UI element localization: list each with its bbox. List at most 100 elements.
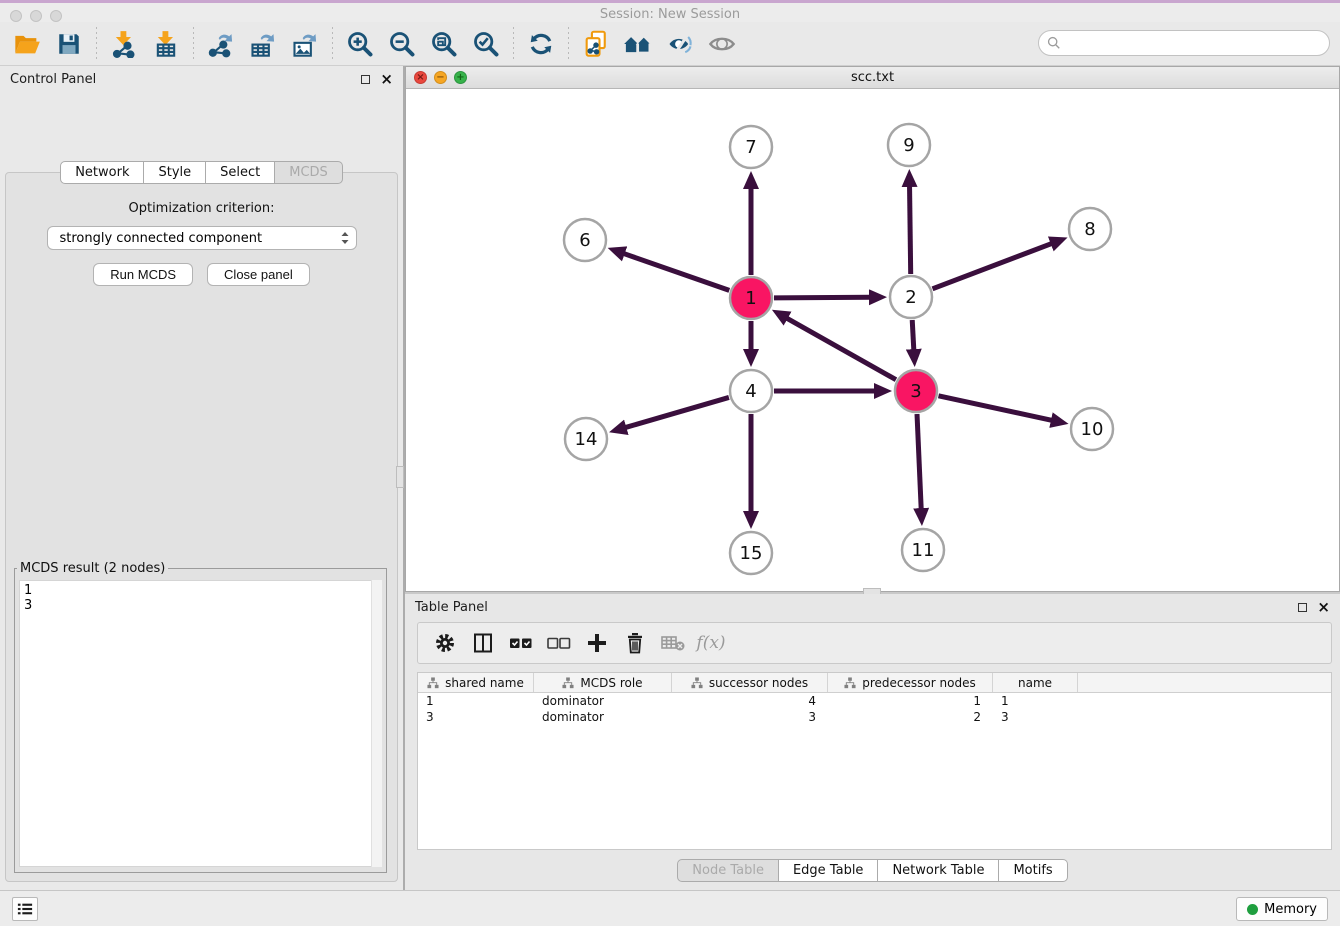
cell-successor-nodes[interactable]: 4 — [672, 693, 828, 709]
graph-node-1[interactable]: 1 — [730, 277, 772, 319]
main-toolbar — [0, 22, 1340, 66]
run-mcds-button[interactable]: Run MCDS — [93, 263, 193, 286]
tab-network[interactable]: Network — [60, 161, 144, 184]
graph-node-11[interactable]: 11 — [902, 529, 944, 571]
node-label: 14 — [575, 429, 598, 450]
delete-table-icon[interactable] — [656, 628, 690, 658]
edge-1-2[interactable] — [774, 297, 871, 298]
zoom-in-icon[interactable] — [342, 26, 378, 62]
zoom-fit-icon[interactable] — [426, 26, 462, 62]
float-panel-icon[interactable] — [361, 75, 370, 84]
hide-graphics-details-icon[interactable] — [662, 26, 698, 62]
task-history-button[interactable] — [12, 897, 38, 921]
graph-node-2[interactable]: 2 — [890, 276, 932, 318]
tab-mcds[interactable]: MCDS — [275, 161, 343, 184]
graph-node-7[interactable]: 7 — [730, 126, 772, 168]
edge-1-6[interactable] — [623, 253, 730, 290]
edge-4-14[interactable] — [624, 397, 729, 427]
result-scrollbar[interactable] — [371, 580, 382, 867]
graph-node-10[interactable]: 10 — [1071, 408, 1113, 450]
close-panel-button[interactable]: Close panel — [207, 263, 310, 286]
criterion-value: strongly connected component — [60, 231, 340, 246]
table-settings-icon[interactable] — [428, 628, 462, 658]
tab-node-table[interactable]: Node Table — [677, 859, 779, 882]
select-stepper-icon — [340, 230, 350, 246]
deselect-all-icon[interactable] — [542, 628, 576, 658]
cell-mcds-role[interactable]: dominator — [534, 709, 672, 725]
edge-2-8[interactable] — [933, 243, 1053, 289]
cell-successor-nodes[interactable]: 3 — [672, 709, 828, 725]
graph-node-4[interactable]: 4 — [730, 370, 772, 412]
cell-name[interactable]: 3 — [993, 709, 1078, 725]
graph-node-14[interactable]: 14 — [565, 418, 607, 460]
tab-motifs[interactable]: Motifs — [999, 859, 1067, 882]
column-header-predecessor-nodes[interactable]: predecessor nodes — [828, 673, 993, 692]
function-builder-icon[interactable]: f(x) — [694, 628, 728, 658]
edge-2-9[interactable] — [910, 185, 911, 274]
edge-3-10[interactable] — [938, 396, 1052, 421]
close-panel-icon[interactable]: × — [380, 72, 393, 87]
mcds-result-text[interactable]: 1 3 — [19, 580, 382, 867]
criterion-select[interactable]: strongly connected component — [47, 226, 357, 250]
import-network-icon[interactable] — [106, 26, 142, 62]
zoom-out-icon[interactable] — [384, 26, 420, 62]
export-network-icon[interactable] — [203, 26, 239, 62]
close-table-panel-icon[interactable]: × — [1317, 600, 1330, 615]
mcds-result-title: MCDS result (2 nodes) — [17, 561, 168, 576]
status-bar: Memory — [0, 890, 1340, 926]
tab-style[interactable]: Style — [144, 161, 206, 184]
node-label: 11 — [912, 540, 935, 561]
select-all-icon[interactable] — [504, 628, 538, 658]
cell-mcds-role[interactable]: dominator — [534, 693, 672, 709]
delete-column-icon[interactable] — [618, 628, 652, 658]
graph-node-3[interactable]: 3 — [895, 370, 937, 412]
column-header-shared-name[interactable]: shared name — [418, 673, 534, 692]
export-table-icon[interactable] — [245, 26, 281, 62]
show-graphics-details-icon[interactable] — [704, 26, 740, 62]
column-header-name[interactable]: name — [993, 673, 1078, 692]
duplicate-network-icon[interactable] — [578, 26, 614, 62]
graph-node-6[interactable]: 6 — [564, 219, 606, 261]
network-window-titlebar[interactable]: × − + scc.txt — [406, 67, 1339, 89]
edge-2-3[interactable] — [912, 320, 914, 351]
import-table-icon[interactable] — [148, 26, 184, 62]
table-row[interactable]: 3 dominator 3 2 3 — [418, 709, 1331, 725]
add-column-icon[interactable] — [580, 628, 614, 658]
tab-edge-table[interactable]: Edge Table — [779, 859, 878, 882]
float-table-panel-icon[interactable] — [1298, 603, 1307, 612]
memory-status-icon — [1247, 904, 1258, 915]
refresh-view-icon[interactable] — [523, 26, 559, 62]
toolbar-separator — [332, 27, 333, 61]
show-column-panel-icon[interactable] — [466, 628, 500, 658]
edge-3-11[interactable] — [917, 414, 921, 510]
column-header-mcds-role[interactable]: MCDS role — [534, 673, 672, 692]
cell-shared-name[interactable]: 1 — [418, 693, 534, 709]
tab-select[interactable]: Select — [206, 161, 275, 184]
memory-label: Memory — [1264, 902, 1317, 917]
cell-shared-name[interactable]: 3 — [418, 709, 534, 725]
cell-name[interactable]: 1 — [993, 693, 1078, 709]
column-header-successor-nodes[interactable]: successor nodes — [672, 673, 828, 692]
toolbar-separator — [96, 27, 97, 61]
table-tabs: Node Table Edge Table Network Table Moti… — [405, 859, 1340, 882]
open-session-icon[interactable] — [9, 26, 45, 62]
table-panel: Table Panel × f(x) sha — [405, 594, 1340, 890]
tab-network-table[interactable]: Network Table — [878, 859, 999, 882]
edge-3-1[interactable] — [786, 318, 896, 380]
vertical-splitter-grip[interactable] — [396, 466, 404, 488]
mcds-panel: Optimization criterion: strongly connect… — [5, 172, 398, 882]
network-graph[interactable]: 7 9 6 8 1 2 4 3 14 10 15 11 — [406, 89, 1339, 591]
export-image-icon[interactable] — [287, 26, 323, 62]
save-session-icon[interactable] — [51, 26, 87, 62]
search-input[interactable] — [1066, 33, 1329, 53]
column-type-icon — [427, 677, 439, 689]
cell-predecessor-nodes[interactable]: 1 — [828, 693, 993, 709]
graph-node-9[interactable]: 9 — [888, 124, 930, 166]
memory-button[interactable]: Memory — [1236, 897, 1328, 921]
cell-predecessor-nodes[interactable]: 2 — [828, 709, 993, 725]
graph-node-8[interactable]: 8 — [1069, 208, 1111, 250]
zoom-selected-icon[interactable] — [468, 26, 504, 62]
table-row[interactable]: 1 dominator 4 1 1 — [418, 693, 1331, 709]
graph-node-15[interactable]: 15 — [730, 532, 772, 574]
show-all-networks-icon[interactable] — [620, 26, 656, 62]
